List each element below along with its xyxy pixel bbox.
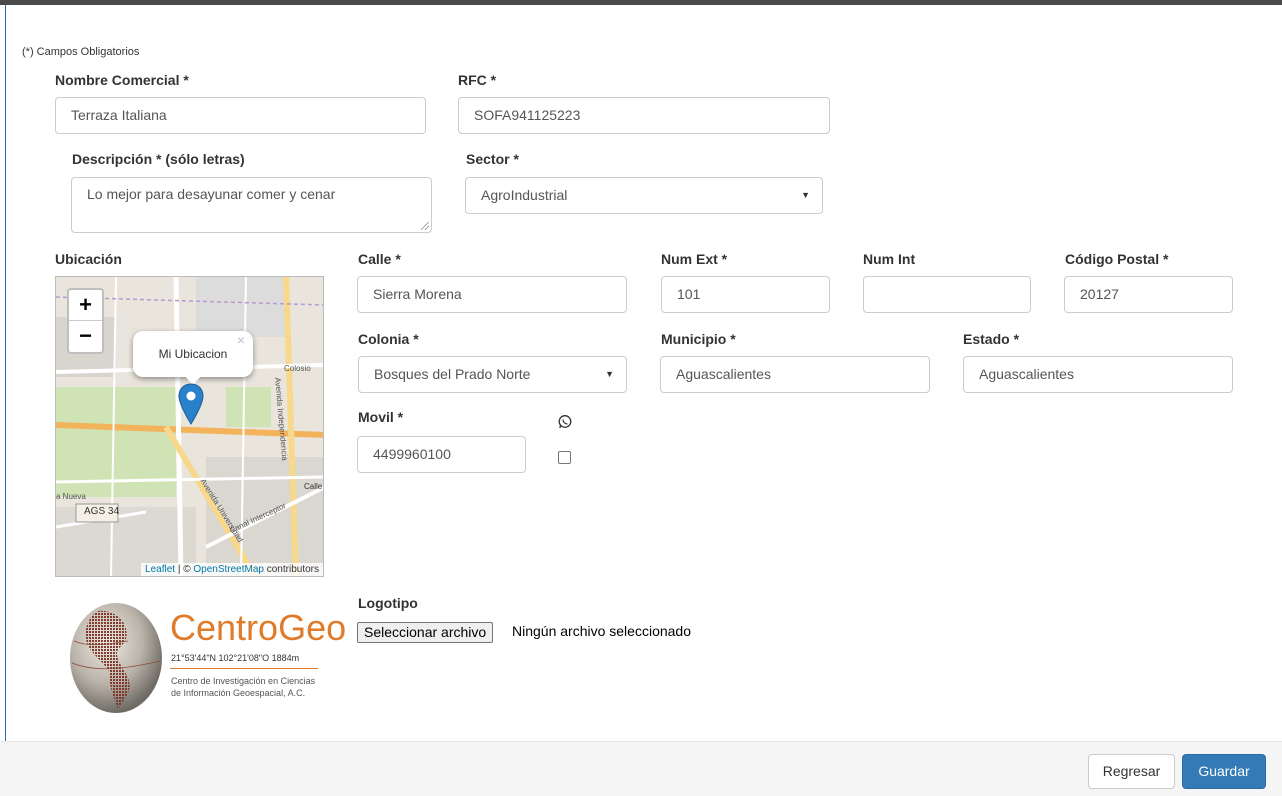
logotipo-label: Logotipo: [358, 595, 418, 611]
resize-handle-icon[interactable]: [421, 222, 429, 230]
descripcion-textarea[interactable]: Lo mejor para desayunar comer y cenar: [71, 177, 432, 233]
map-popup: Mi Ubicacion ×: [133, 331, 253, 385]
codigo-postal-input[interactable]: 20127: [1064, 276, 1233, 313]
location-map[interactable]: AGS 34 Calle Avenida Independencia Aveni…: [55, 276, 324, 577]
close-icon[interactable]: ×: [237, 317, 245, 363]
colonia-select[interactable]: Bosques del Prado Norte ▼: [358, 356, 627, 393]
top-bar: [0, 0, 1282, 5]
map-zoom-control: + −: [67, 288, 104, 354]
calle-label: Calle *: [358, 251, 401, 267]
descripcion-label: Descripción * (sólo letras): [72, 151, 245, 167]
zoom-in-button[interactable]: +: [69, 290, 102, 321]
ubicacion-label: Ubicación: [55, 251, 122, 267]
estado-label: Estado *: [963, 331, 1020, 347]
file-status: Ningún archivo seleccionado: [512, 623, 691, 639]
map-label-nueva: a Nueva: [56, 492, 86, 501]
num-ext-input[interactable]: 101: [661, 276, 830, 313]
logo-coords: 21°53'44"N 102°21'08"O 1884m: [171, 653, 300, 663]
zoom-out-button[interactable]: −: [69, 321, 102, 352]
logo-name-part1: Centro: [170, 607, 279, 648]
movil-input[interactable]: 4499960100: [357, 436, 526, 473]
municipio-input[interactable]: Aguascalientes: [660, 356, 930, 393]
regresar-button[interactable]: Regresar: [1088, 754, 1175, 789]
centrogeo-logo: CentroGeo 21°53'44"N 102°21'08"O 1884m C…: [68, 601, 346, 716]
guardar-button[interactable]: Guardar: [1182, 754, 1266, 789]
colonia-selected-value: Bosques del Prado Norte: [374, 366, 531, 382]
rfc-input[interactable]: SOFA941125223: [458, 97, 830, 134]
calle-input[interactable]: Sierra Morena: [357, 276, 627, 313]
whatsapp-icon: [558, 415, 572, 429]
municipio-label: Municipio *: [661, 331, 736, 347]
osm-link[interactable]: OpenStreetMap: [193, 564, 264, 575]
logo-name-part2: Geo: [278, 607, 347, 648]
nombre-comercial-label: Nombre Comercial *: [55, 72, 189, 88]
descripcion-value: Lo mejor para desayunar comer y cenar: [87, 186, 336, 202]
required-fields-note: (*) Campos Obligatorios: [22, 46, 140, 58]
map-label-ags34: AGS 34: [84, 506, 120, 517]
sector-selected-value: AgroIndustrial: [481, 187, 568, 203]
num-int-label: Num Int: [863, 251, 916, 267]
globe-icon: [70, 603, 162, 713]
estado-input[interactable]: Aguascalientes: [963, 356, 1233, 393]
select-file-button[interactable]: Seleccionar archivo: [357, 622, 494, 643]
logo-desc-line2: de Información Geoespacial, A.C.: [171, 688, 306, 698]
leaflet-link[interactable]: Leaflet: [145, 564, 175, 575]
movil-label: Movil *: [358, 409, 404, 425]
map-marker-icon[interactable]: [178, 383, 204, 425]
whatsapp-checkbox[interactable]: [558, 451, 571, 464]
map-label-calle: Calle: [304, 482, 323, 491]
logo-name: CentroGeo: [170, 607, 346, 649]
chevron-down-icon: ▼: [605, 369, 614, 379]
num-ext-label: Num Ext *: [661, 251, 728, 267]
modal-footer: Regresar Guardar: [0, 741, 1282, 796]
logo-desc-line1: Centro de Investigación en Ciencias: [171, 676, 316, 686]
colonia-label: Colonia *: [358, 331, 419, 347]
logo-divider: [170, 668, 318, 669]
nombre-comercial-input[interactable]: Terraza Italiana: [55, 97, 426, 134]
attribution-sep: | ©: [175, 564, 194, 575]
sector-label: Sector *: [466, 151, 519, 167]
map-attribution: Leaflet | © OpenStreetMap contributors: [141, 563, 323, 576]
codigo-postal-label: Código Postal *: [1065, 251, 1169, 267]
sector-select[interactable]: AgroIndustrial ▼: [465, 177, 823, 214]
attribution-tail: contributors: [263, 564, 319, 575]
num-int-input[interactable]: [863, 276, 1031, 313]
chevron-down-icon: ▼: [801, 190, 810, 200]
panel-left-border: [5, 5, 6, 741]
popup-text: Mi Ubicacion: [158, 347, 228, 361]
rfc-label: RFC *: [458, 72, 497, 88]
map-label-colosio: Colosio: [284, 364, 311, 373]
